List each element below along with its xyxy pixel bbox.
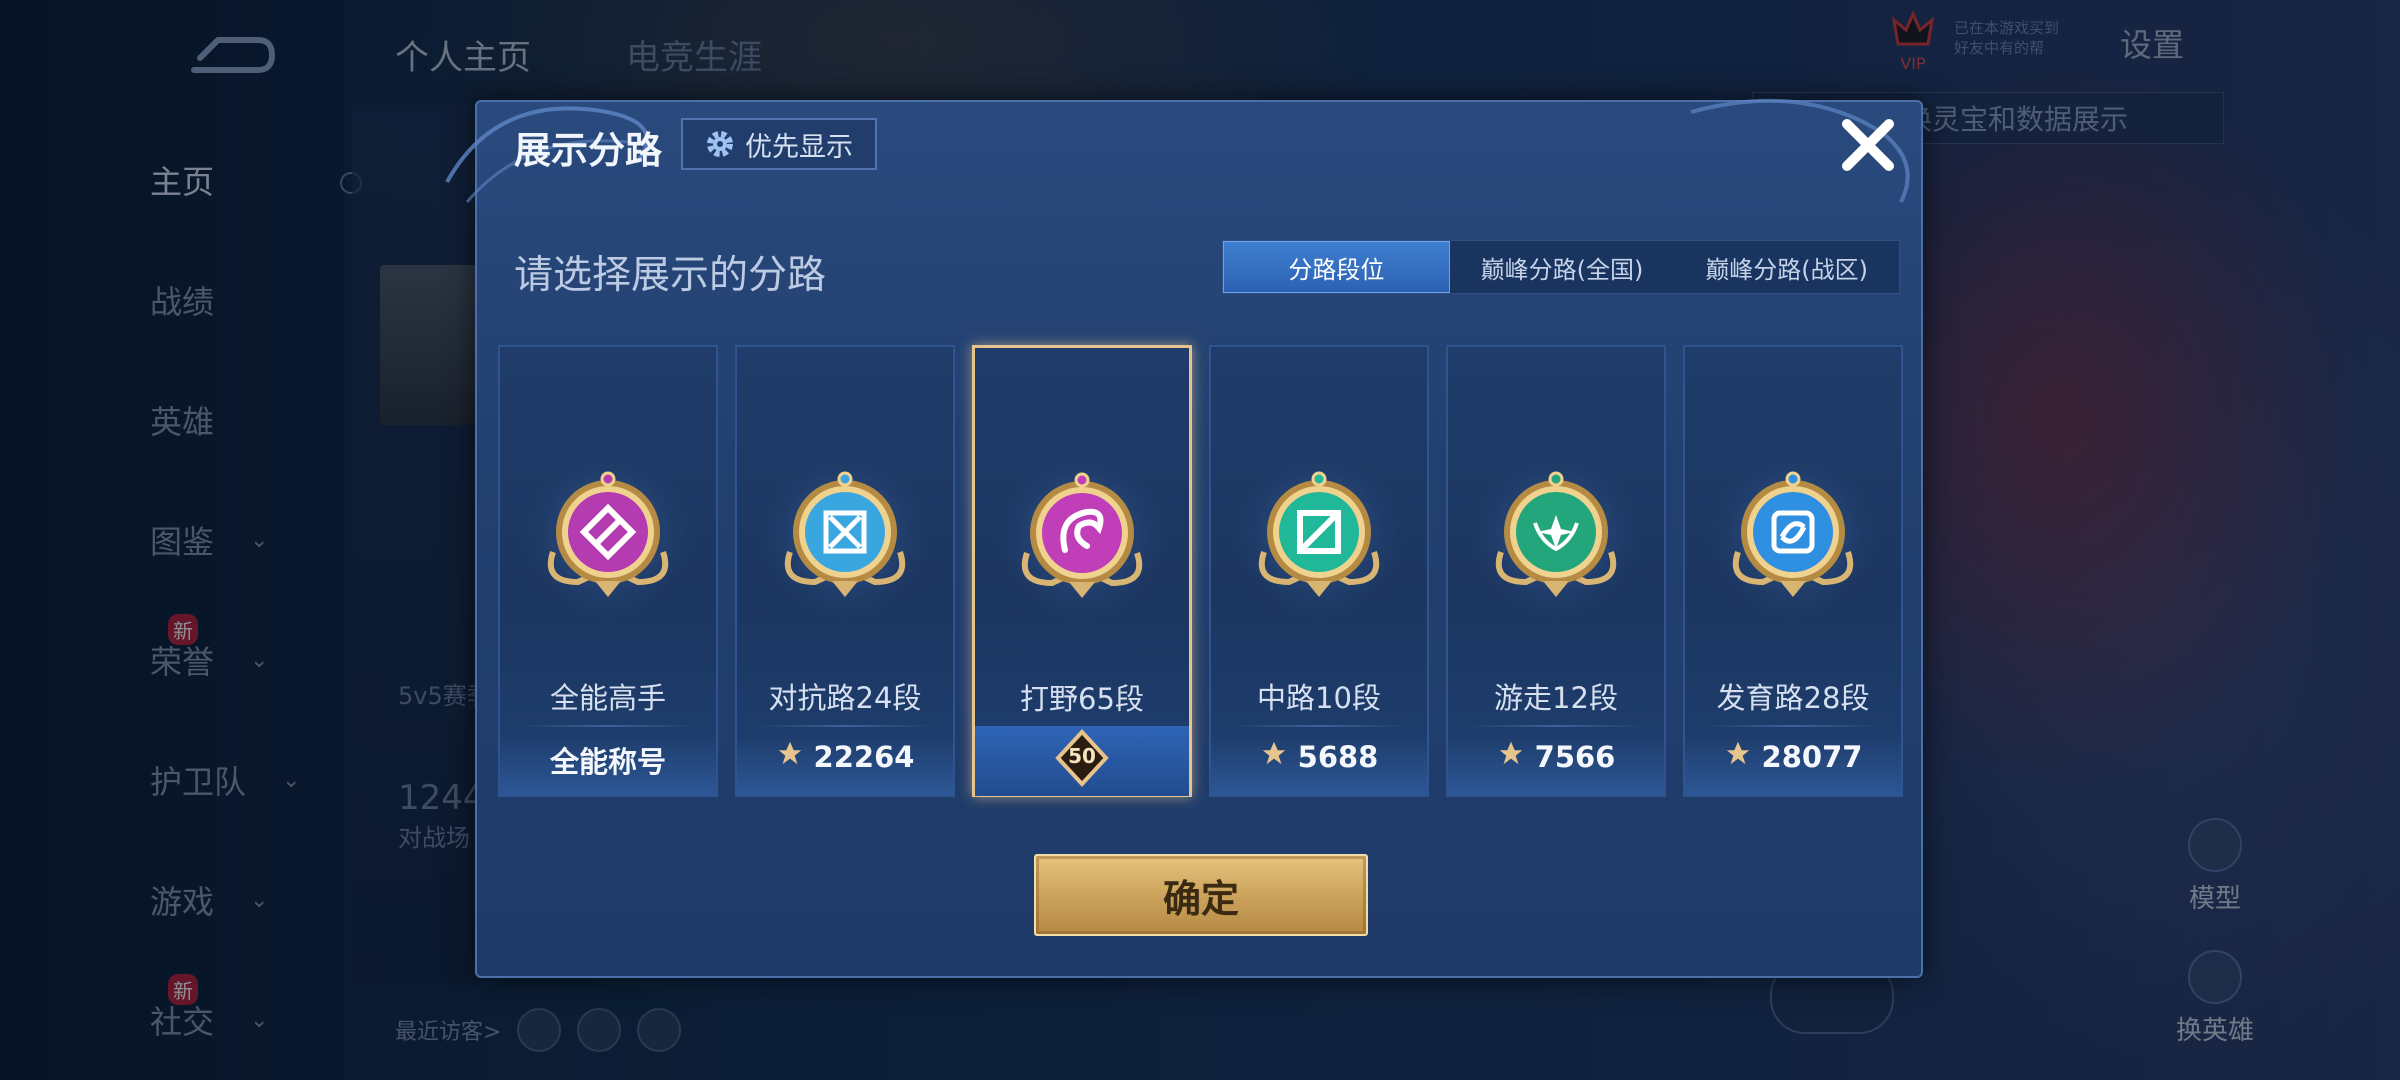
lane-rank-label: 中路10段 [1257, 681, 1381, 715]
dialog-subtitle: 请选择展示的分路 [514, 253, 827, 298]
jungle-emblem-icon [1007, 458, 1157, 608]
tab-lane-rank[interactable]: 分路段位 [1223, 241, 1450, 293]
clash-lane-emblem-icon [770, 457, 920, 607]
tab-peak-lane-region[interactable]: 巅峰分路(战区) [1674, 241, 1899, 293]
lane-rank-label: 发育路28段 [1716, 681, 1870, 715]
lane-type-tabs: 分路段位 巅峰分路(全国) 巅峰分路(战区) [1222, 240, 1900, 294]
lane-score: 全能称号 [500, 739, 716, 781]
mid-lane-emblem-icon [1244, 457, 1394, 607]
peak-points-icon [1724, 739, 1752, 774]
lane-score: 28077 [1685, 739, 1901, 774]
lane-card[interactable]: 中路10段 5688 [1209, 345, 1429, 797]
lane-rank-label: 全能高手 [549, 681, 666, 715]
card-divider [757, 725, 933, 727]
dialog-title: 展示分路 [514, 129, 662, 172]
selected-rank-band: 50 [975, 726, 1189, 796]
peak-points-icon [1497, 739, 1525, 774]
close-icon[interactable] [1833, 110, 1903, 180]
lane-score-value: 28077 [1761, 739, 1863, 774]
rank-star-badge-icon: 50 [1052, 728, 1112, 788]
lane-card-list: 全能高手 全能称号 对抗路24段 22264 打野65段 50 中路10段 5688 游走12段… [498, 345, 1904, 797]
lane-score-value: 5688 [1297, 739, 1379, 774]
card-divider [1231, 725, 1407, 727]
lane-rank-label: 游走12段 [1494, 681, 1618, 715]
gear-icon [707, 131, 733, 157]
lane-display-dialog: 展示分路 优先显示 请选择展示的分路 分路段位 巅峰分路(全国) 巅峰分路(战区… [445, 98, 1923, 978]
lane-score: 5688 [1211, 739, 1427, 774]
priority-display-label: 优先显示 [745, 131, 853, 163]
confirm-button[interactable]: 确定 [1034, 854, 1368, 936]
lane-card[interactable]: 全能高手 全能称号 [498, 345, 718, 797]
lane-rank-label: 打野65段 [1020, 682, 1144, 716]
peak-points-icon [776, 739, 804, 774]
card-divider [1468, 725, 1644, 727]
lane-card[interactable]: 发育路28段 28077 [1683, 345, 1903, 797]
tab-peak-lane-national[interactable]: 巅峰分路(全国) [1450, 241, 1675, 293]
roam-emblem-icon [1481, 457, 1631, 607]
peak-points-icon [1260, 739, 1288, 774]
card-divider [520, 725, 696, 727]
priority-display-button[interactable]: 优先显示 [681, 118, 877, 170]
lane-card[interactable]: 对抗路24段 22264 [735, 345, 955, 797]
lane-card[interactable]: 游走12段 7566 [1446, 345, 1666, 797]
allround-emblem-icon [533, 457, 683, 607]
lane-card[interactable]: 打野65段 50 [972, 345, 1192, 797]
lane-score: 7566 [1448, 739, 1664, 774]
lane-score-value: 7566 [1534, 739, 1616, 774]
lane-score-value: 全能称号 [549, 745, 666, 779]
farm-lane-emblem-icon [1718, 457, 1868, 607]
rank-star-count: 50 [1068, 744, 1096, 768]
lane-rank-label: 对抗路24段 [768, 681, 922, 715]
lane-score: 22264 [737, 739, 953, 774]
card-divider [1705, 725, 1881, 727]
lane-score-value: 22264 [813, 739, 915, 774]
